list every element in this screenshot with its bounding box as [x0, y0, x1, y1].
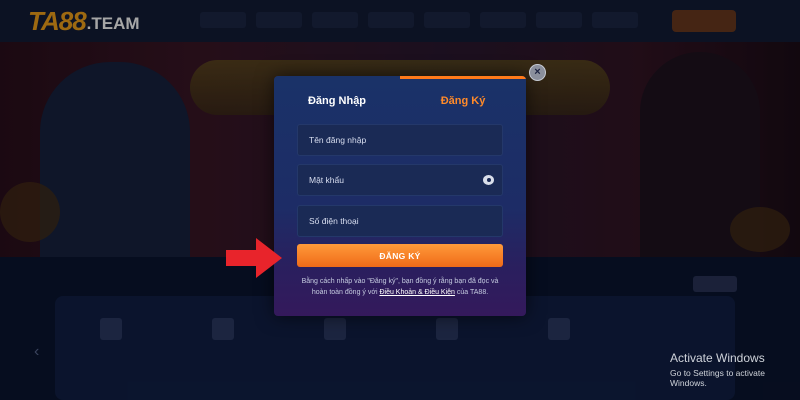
- close-icon[interactable]: ×: [529, 64, 546, 81]
- watermark-title: Activate Windows: [670, 351, 765, 365]
- register-modal: Đăng Nhập Đăng Ký ĐĂNG KÝ Bằng cách nhấp…: [274, 76, 526, 316]
- password-input[interactable]: [298, 165, 502, 195]
- windows-activation-watermark: Activate Windows Go to Settings to activ…: [670, 351, 800, 388]
- terms-link[interactable]: Điều Khoản & Điều Kiện: [379, 289, 455, 296]
- tab-login[interactable]: Đăng Nhập: [274, 76, 400, 126]
- username-input[interactable]: [298, 125, 502, 155]
- username-field[interactable]: [297, 124, 503, 156]
- watermark-subtitle: Go to Settings to activate Windows.: [670, 368, 765, 388]
- tab-register[interactable]: Đăng Ký: [400, 76, 526, 126]
- terms-text: Bằng cách nhấp vào "Đăng ký", bạn đồng ý…: [294, 276, 506, 298]
- register-button[interactable]: ĐĂNG KÝ: [297, 244, 503, 267]
- red-arrow-icon: [226, 238, 282, 278]
- password-field[interactable]: [297, 164, 503, 196]
- phone-input[interactable]: [298, 206, 502, 236]
- terms-suffix: của TA88.: [454, 289, 489, 296]
- eye-icon[interactable]: [483, 175, 494, 185]
- phone-field[interactable]: [297, 205, 503, 237]
- auth-tabs: Đăng Nhập Đăng Ký: [274, 76, 526, 126]
